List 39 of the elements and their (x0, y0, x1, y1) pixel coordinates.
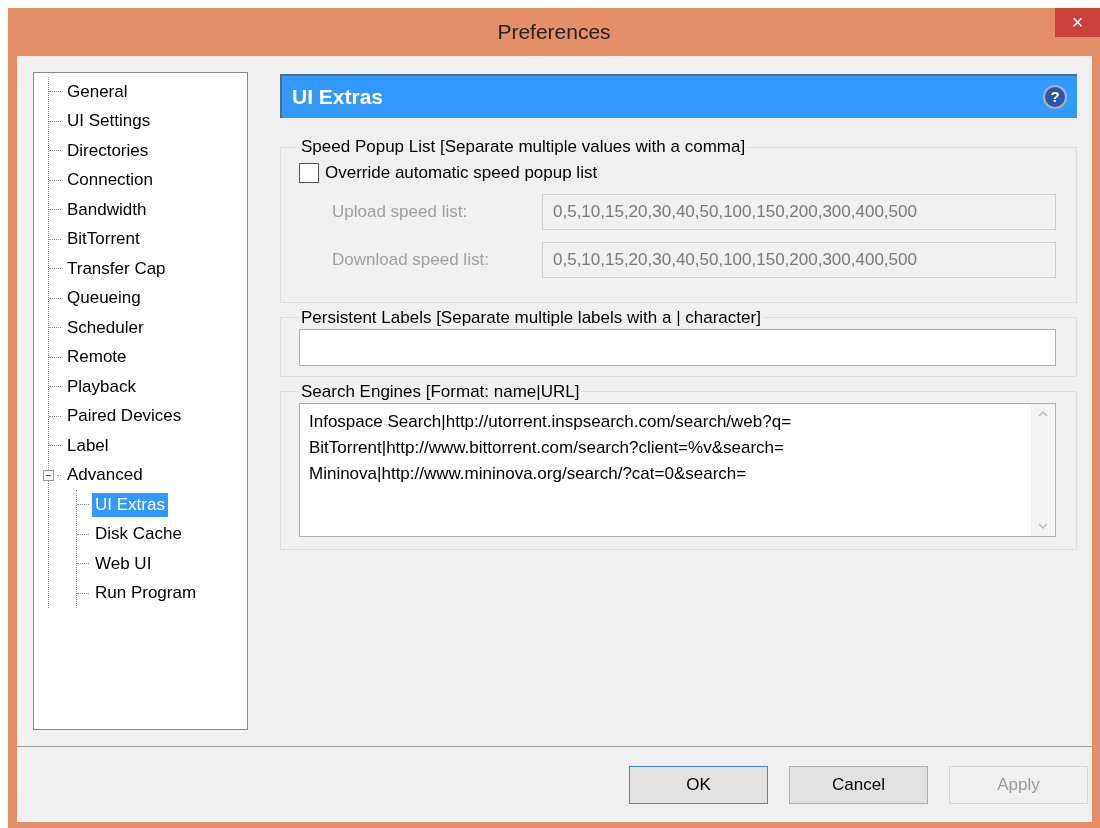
tree-item[interactable]: Transfer Cap (64, 256, 169, 281)
tree-item[interactable]: Remote (64, 345, 130, 370)
tree-item[interactable]: BitTorrent (64, 227, 143, 252)
tree-item[interactable]: Connection (64, 168, 156, 193)
field-label: Download speed list: (332, 248, 490, 271)
tree-item[interactable]: Label (64, 433, 112, 458)
dialog-button[interactable]: Cancel (789, 765, 928, 804)
tree-item[interactable]: Paired Devices (64, 404, 185, 429)
window-title: Preferences (497, 19, 611, 46)
tree-item[interactable]: Bandwidth (64, 197, 150, 222)
tree-item[interactable]: General (64, 79, 131, 104)
scroll-up-icon[interactable] (1038, 409, 1048, 417)
tree-item[interactable]: UI Settings (64, 109, 154, 134)
scrollbar[interactable] (1031, 403, 1055, 536)
tree-item[interactable]: Web UI (92, 551, 155, 576)
tree-item[interactable]: Directories (64, 138, 152, 163)
group-title: Search Engines [Format: name|URL] (300, 380, 581, 403)
tree-item[interactable]: Run Program (92, 581, 200, 606)
search-engines-field[interactable]: Infospace Search|http://utorrent.inspsearch.com/search/web?q= BitTorrent|http://www.bittorrent.com/search?client=%v&search= Mininova|http://www.mininova.org/search/?cat=0&search= (299, 402, 1056, 537)
section-title: UI Extras (292, 84, 384, 111)
checkbox[interactable] (299, 162, 319, 183)
help-icon[interactable]: ? (1043, 85, 1067, 109)
text-line: BitTorrent|http://www.bittorrent.com/search?client=%v&search= (309, 436, 785, 459)
group-title: Speed Popup List [Separate multiple values with a comma] (300, 136, 747, 158)
tree-item[interactable]: Scheduler (64, 315, 147, 340)
scroll-down-icon[interactable] (1038, 522, 1048, 530)
text-line: Mininova|http://www.mininova.org/search/?cat=0&search= (309, 462, 748, 485)
group-title: Persistent Labels [Separate multiple labels with a | character] (300, 306, 762, 329)
labels-field[interactable] (299, 328, 1056, 366)
tree-item[interactable]: Playback (64, 374, 139, 399)
dialog-button[interactable]: OK (629, 765, 768, 804)
field-label: Upload speed list: (332, 200, 469, 223)
text-line: Infospace Search|http://utorrent.inspsearch.com/search/web?q= (309, 410, 793, 433)
tree-item[interactable]: Queueing (64, 286, 144, 311)
tree-item[interactable]: Advanced (64, 463, 146, 488)
tree-item[interactable]: Disk Cache (92, 522, 185, 547)
checkbox-label: Override automatic speed popup list (325, 162, 598, 184)
collapse-icon[interactable] (43, 469, 54, 481)
close-button[interactable]: × (1055, 8, 1100, 37)
